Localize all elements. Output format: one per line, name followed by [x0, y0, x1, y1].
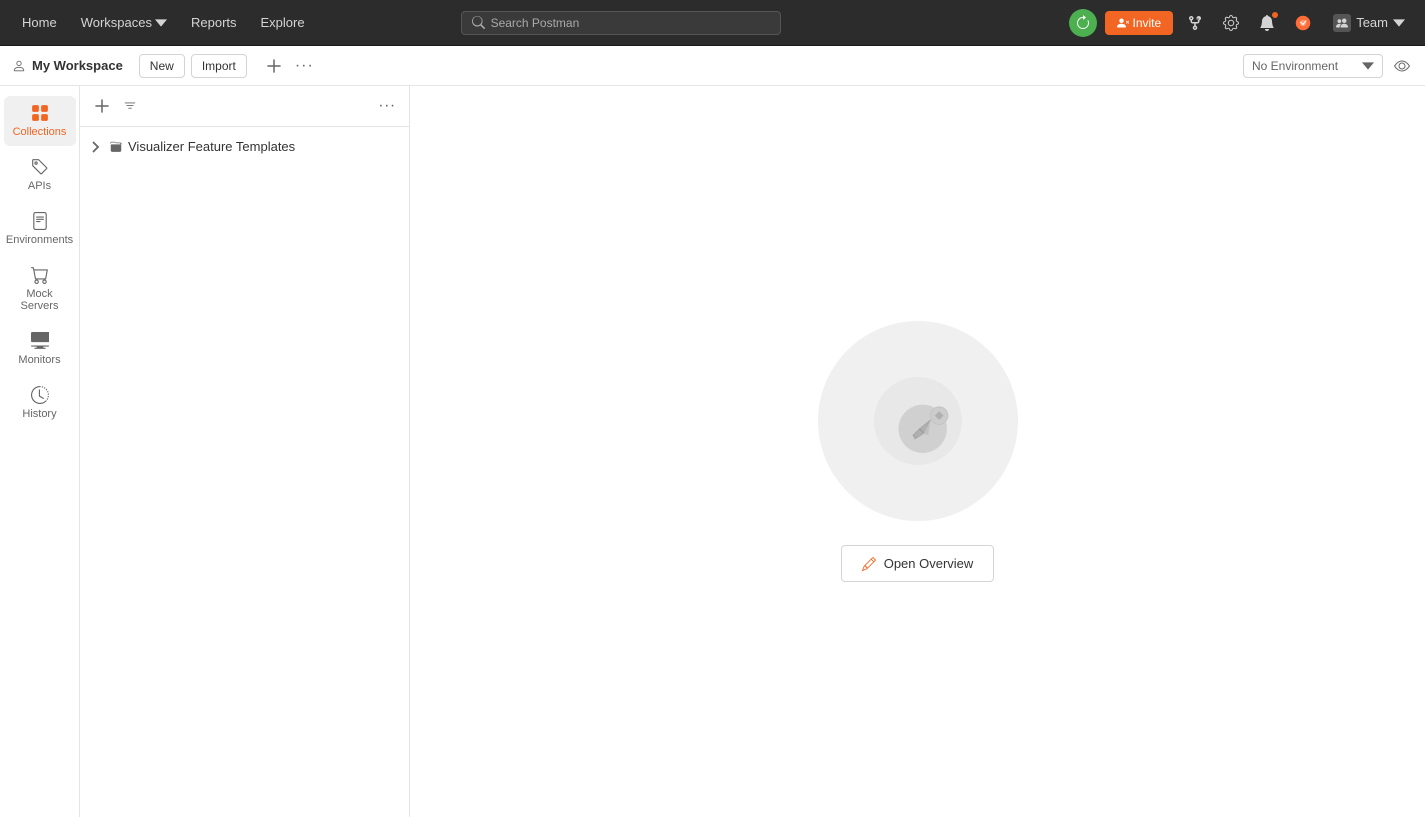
user-icon	[12, 59, 26, 73]
tab-add-button[interactable]	[263, 55, 285, 77]
top-nav: Home Workspaces Reports Explore Search P…	[0, 0, 1425, 46]
mock-servers-label: Mock Servers	[10, 288, 70, 312]
panel-plus-icon	[95, 99, 109, 113]
panel-filter-button[interactable]	[118, 94, 142, 118]
env-selector[interactable]: No Environment	[1243, 54, 1383, 78]
notification-badge	[1271, 11, 1279, 19]
workspace-bar: My Workspace New Import ··· No Environme…	[0, 46, 1425, 86]
edit-icon	[862, 557, 876, 571]
open-overview-button[interactable]: Open Overview	[841, 545, 995, 582]
nav-home[interactable]: Home	[12, 10, 67, 35]
apis-icon	[31, 158, 49, 176]
chevron-right-icon	[92, 141, 104, 153]
empty-state: Open Overview	[818, 321, 1018, 582]
fork-icon-btn[interactable]	[1181, 9, 1209, 37]
environments-icon	[31, 212, 49, 230]
empty-illustration	[818, 321, 1018, 521]
monitors-icon	[31, 332, 49, 350]
import-button[interactable]: Import	[191, 54, 247, 78]
tab-more-button[interactable]: ···	[289, 55, 320, 77]
eye-icon	[1394, 58, 1410, 74]
team-chevron-icon	[1393, 17, 1405, 29]
collections-icon	[31, 104, 49, 122]
team-button[interactable]: Team	[1325, 10, 1413, 36]
search-icon	[472, 16, 485, 29]
main-content: Open Overview	[410, 86, 1425, 817]
nav-reports[interactable]: Reports	[181, 10, 247, 35]
panel-toolbar: ···	[80, 86, 409, 127]
collection-name: Visualizer Feature Templates	[128, 139, 295, 154]
open-overview-label: Open Overview	[884, 556, 974, 571]
environments-label: Environments	[6, 234, 73, 246]
sidebar-icons: Collections APIs Environments Mock Serve…	[0, 86, 80, 817]
nav-right-actions: Invite Team	[1069, 9, 1413, 37]
history-label: History	[22, 408, 56, 420]
collection-item-visualizer[interactable]: Visualizer Feature Templates	[80, 133, 409, 160]
tabs-area: ···	[263, 55, 1235, 77]
chevron-down-icon	[155, 17, 167, 29]
collection-folder-icon	[110, 141, 122, 153]
sidebar-item-history[interactable]: History	[4, 378, 76, 428]
env-selector-label: No Environment	[1252, 59, 1338, 73]
collections-panel: ··· Visualizer Feature Templates	[80, 86, 410, 817]
sync-icon[interactable]	[1069, 9, 1097, 37]
invite-label: Invite	[1133, 16, 1162, 30]
eye-button[interactable]	[1391, 55, 1413, 77]
plus-icon	[267, 59, 281, 73]
gear-icon	[1223, 15, 1239, 31]
search-placeholder: Search Postman	[491, 16, 580, 30]
invite-button[interactable]: Invite	[1105, 11, 1174, 35]
empty-state-svg	[873, 376, 963, 466]
sidebar-item-collections[interactable]: Collections	[4, 96, 76, 146]
env-chevron-icon	[1362, 60, 1374, 72]
settings-icon-btn[interactable]	[1217, 9, 1245, 37]
workspace-actions: New Import	[139, 54, 247, 78]
mock-servers-icon	[31, 266, 49, 284]
team-label: Team	[1356, 15, 1388, 30]
collections-list: Visualizer Feature Templates	[80, 127, 409, 817]
sync-svg	[1075, 15, 1091, 31]
panel-more-button[interactable]: ···	[375, 94, 399, 118]
postman-logo	[1295, 15, 1311, 31]
team-avatar-icon	[1336, 17, 1348, 29]
nav-explore[interactable]: Explore	[251, 10, 315, 35]
fork-icon	[1187, 15, 1203, 31]
sidebar-item-environments[interactable]: Environments	[4, 204, 76, 254]
sidebar-item-apis[interactable]: APIs	[4, 150, 76, 200]
collections-label: Collections	[13, 126, 67, 138]
sidebar-item-mock-servers[interactable]: Mock Servers	[4, 258, 76, 320]
apis-label: APIs	[28, 180, 51, 192]
history-icon	[31, 386, 49, 404]
workspaces-label: Workspaces	[81, 15, 152, 30]
monitors-label: Monitors	[18, 354, 60, 366]
main-layout: Collections APIs Environments Mock Serve…	[0, 86, 1425, 817]
workspace-name[interactable]: My Workspace	[12, 58, 123, 73]
new-button[interactable]: New	[139, 54, 185, 78]
invite-icon	[1117, 17, 1129, 29]
notifications-icon-btn[interactable]	[1253, 9, 1281, 37]
filter-icon	[123, 99, 137, 113]
workspace-name-text: My Workspace	[32, 58, 123, 73]
sidebar-item-monitors[interactable]: Monitors	[4, 324, 76, 374]
panel-add-button[interactable]	[90, 94, 114, 118]
search-bar[interactable]: Search Postman	[461, 11, 781, 35]
team-avatar	[1333, 14, 1351, 32]
nav-workspaces[interactable]: Workspaces	[71, 10, 177, 35]
postman-logo-btn[interactable]	[1289, 9, 1317, 37]
